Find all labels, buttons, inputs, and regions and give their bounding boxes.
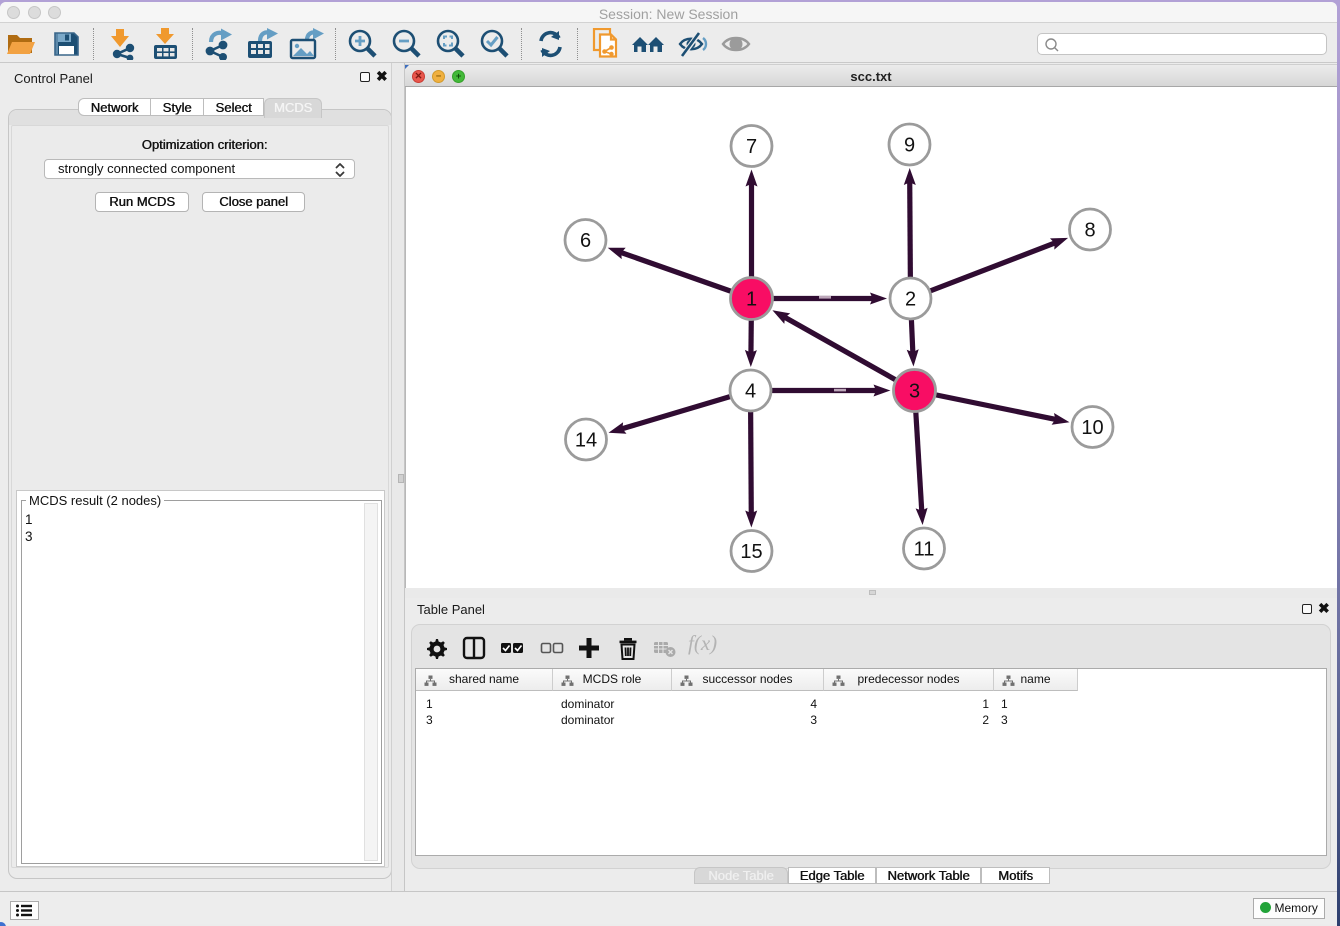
svg-text:10: 10: [1081, 417, 1103, 439]
svg-text:15: 15: [740, 541, 762, 563]
svg-text:2: 2: [905, 289, 916, 311]
svg-text:11: 11: [914, 539, 935, 561]
svg-text:7: 7: [746, 136, 757, 158]
svg-text:3: 3: [909, 381, 920, 403]
svg-text:8: 8: [1084, 220, 1095, 242]
svg-text:4: 4: [745, 381, 756, 403]
svg-text:9: 9: [904, 135, 915, 157]
svg-text:1: 1: [746, 289, 757, 311]
svg-text:14: 14: [575, 430, 597, 452]
svg-text:6: 6: [580, 230, 591, 252]
